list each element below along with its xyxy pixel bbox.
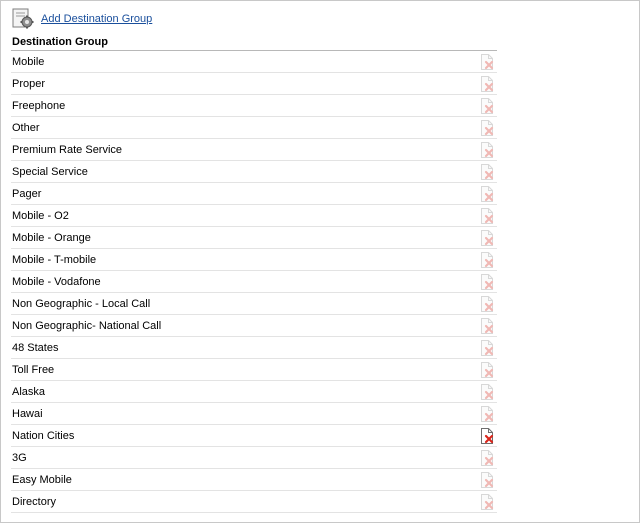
delete-icon[interactable] [479,405,495,422]
row-label: Mobile - O2 [12,209,69,222]
add-destination-group-link[interactable]: Add Destination Group [41,13,152,25]
page-frame: Add Destination Group Destination Group … [0,0,640,523]
delete-icon[interactable] [479,317,495,334]
delete-icon[interactable] [479,449,495,466]
table-row: Mobile - O2 [11,205,497,227]
destination-group-table: Destination Group Mobile Proper Freephone O… [11,35,497,513]
row-label: Mobile - T-mobile [12,253,97,266]
row-label: Hawai [12,407,43,420]
table-row: 48 States [11,337,497,359]
delete-icon[interactable] [479,185,495,202]
table-row: Mobile - Vodafone [11,271,497,293]
toolbar: Add Destination Group [11,7,152,31]
table-row: Freephone [11,95,497,117]
row-label: Non Geographic - Local Call [12,297,151,310]
row-label: 3G [12,451,27,464]
table-row: Toll Free [11,359,497,381]
delete-icon[interactable] [479,471,495,488]
table-row: 3G [11,447,497,469]
delete-icon[interactable] [479,141,495,158]
delete-icon[interactable] [479,75,495,92]
row-label: Easy Mobile [12,473,72,486]
table-row: Other [11,117,497,139]
table-row: Alaska [11,381,497,403]
delete-icon[interactable] [479,383,495,400]
table-row: Special Service [11,161,497,183]
row-label: Mobile - Vodafone [12,275,101,288]
table-row: Nation Cities [11,425,497,447]
table-row: Proper [11,73,497,95]
table-row: Mobile [11,51,497,73]
delete-icon[interactable] [479,53,495,70]
table-row: Premium Rate Service [11,139,497,161]
table-row: Directory [11,491,497,513]
delete-icon[interactable] [479,119,495,136]
delete-icon[interactable] [479,229,495,246]
table-row: Mobile - T-mobile [11,249,497,271]
row-label: Nation Cities [12,429,75,442]
delete-icon[interactable] [479,97,495,114]
row-label: Proper [12,77,46,90]
row-label: Freephone [12,99,66,112]
table-row: Hawai [11,403,497,425]
table-row: Easy Mobile [11,469,497,491]
delete-icon[interactable] [479,361,495,378]
row-label: 48 States [12,341,59,354]
table-row: Mobile - Orange [11,227,497,249]
delete-icon[interactable] [479,339,495,356]
column-header: Destination Group [11,35,497,51]
row-label: Special Service [12,165,88,178]
table-row: Non Geographic- National Call [11,315,497,337]
row-label: Pager [12,187,42,200]
delete-icon[interactable] [479,273,495,290]
table-body: Mobile Proper Freephone Other Premium Rate S… [11,51,497,513]
row-label: Premium Rate Service [12,143,123,156]
delete-icon[interactable] [479,251,495,268]
row-label: Other [12,121,40,134]
delete-icon[interactable] [479,427,495,444]
row-label: Mobile [12,55,45,68]
delete-icon[interactable] [479,163,495,180]
delete-icon[interactable] [479,295,495,312]
row-label: Directory [12,495,57,508]
row-label: Mobile - Orange [12,231,91,244]
delete-icon[interactable] [479,207,495,224]
row-label: Non Geographic- National Call [12,319,162,332]
gear-document-icon[interactable] [11,8,35,30]
table-row: Pager [11,183,497,205]
delete-icon[interactable] [479,493,495,510]
row-label: Alaska [12,385,46,398]
row-label: Toll Free [12,363,55,376]
table-row: Non Geographic - Local Call [11,293,497,315]
